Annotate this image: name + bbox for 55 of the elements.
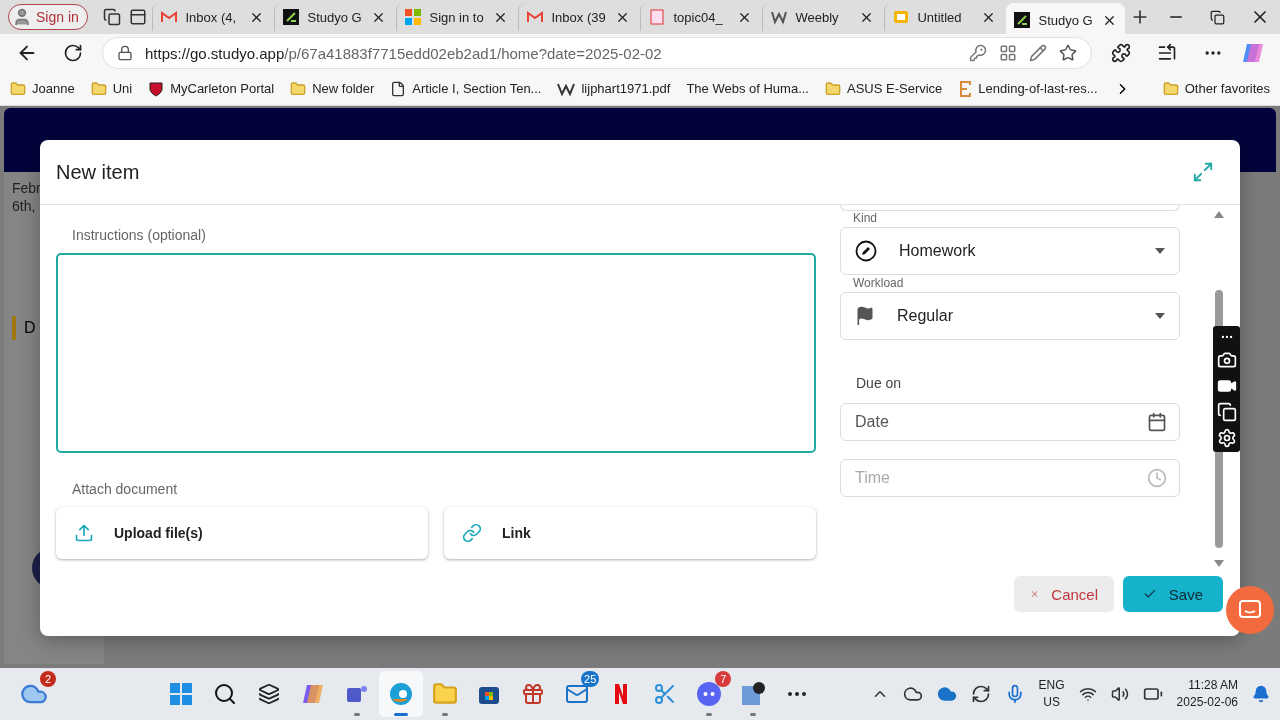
dialog-title: New item (56, 160, 140, 184)
browser-tab[interactable]: Inbox (39 (518, 3, 639, 31)
field-label: Kind (852, 211, 879, 225)
field-label: Workload (852, 276, 905, 290)
attach-button[interactable]: Upload file(s) (56, 507, 428, 559)
browser-tab[interactable]: Sign in to (396, 3, 517, 31)
notification-badge: 2 (40, 671, 56, 687)
tab-title: Inbox (4, (185, 9, 238, 25)
bookmark[interactable]: Joanne (10, 80, 75, 97)
bookmark[interactable]: ASUS E-Service (824, 80, 943, 97)
tab-title: Untitled (917, 9, 963, 25)
select-value: Regular (897, 307, 955, 325)
bookmark[interactable]: Other favorites (1162, 80, 1270, 97)
url-text: https://go.studyo.app/p/67a41883f7715edd02eb2ad1/home?date=2025-02-02 (145, 44, 663, 62)
bookmark[interactable]: lijphart1971.pdf (557, 80, 671, 97)
browser-tab[interactable]: Studyo G (1006, 3, 1126, 37)
bookmark[interactable]: The Webs of Huma... (686, 81, 809, 96)
bookmark[interactable]: Uni (90, 80, 133, 97)
browser-tab[interactable]: Inbox (4, (152, 3, 273, 31)
date-text: 6th, (12, 198, 37, 214)
tab-title: Studyo G (307, 9, 363, 25)
tab-title: topic04_ (673, 9, 724, 25)
bookmark[interactable]: New folder (290, 80, 375, 97)
bookmark[interactable]: Lending-of-last-res... (958, 79, 1098, 98)
notification-badge: 25 (581, 671, 600, 687)
date-text: Febr (12, 180, 42, 196)
bookmark[interactable]: MyCarleton Portal (148, 80, 275, 97)
notification-badge: 7 (715, 671, 732, 687)
clock[interactable]: 11:28 AM 2025-02-06 (1176, 677, 1238, 711)
field-label: Attach document (71, 481, 179, 497)
address-bar[interactable]: https://go.studyo.app/p/67a41883f7715edd02eb2ad1/home?date=2025-02-02 (102, 37, 1092, 69)
tab-title: Sign in to (429, 9, 485, 25)
language-indicator[interactable]: ENG US (1038, 677, 1065, 711)
taskbar-app[interactable]: 7 (687, 671, 732, 717)
sign-in-button[interactable]: Sign in (8, 4, 88, 30)
tab-title: Studyo G (1038, 12, 1094, 28)
kind-select[interactable]: Homework (840, 227, 1180, 275)
workload-select[interactable]: Regular (840, 292, 1180, 340)
save-button[interactable]: Save (1123, 576, 1223, 612)
select-value: Homework (899, 242, 977, 260)
section-label: Due on (855, 375, 903, 391)
tab-title: Weebly (795, 9, 840, 25)
placeholder: Date (855, 413, 890, 431)
tab-title: Inbox (39 (551, 9, 607, 25)
bookmark[interactable]: Article I, Section Ten... (390, 80, 542, 97)
browser-tab[interactable]: topic04_ (640, 3, 761, 31)
field-label: Instructions (optional) (71, 227, 207, 243)
attach-button[interactable]: Link (444, 507, 816, 559)
placeholder: Time (855, 469, 891, 487)
browser-tab[interactable]: Studyo G (274, 3, 395, 31)
cancel-button[interactable]: Cancel (1014, 576, 1114, 612)
browser-tab[interactable]: Untitled (884, 3, 1005, 31)
browser-tab[interactable]: Weebly (762, 3, 883, 31)
taskbar-app[interactable]: 25 (555, 671, 600, 717)
date-field[interactable]: Date (840, 403, 1180, 441)
